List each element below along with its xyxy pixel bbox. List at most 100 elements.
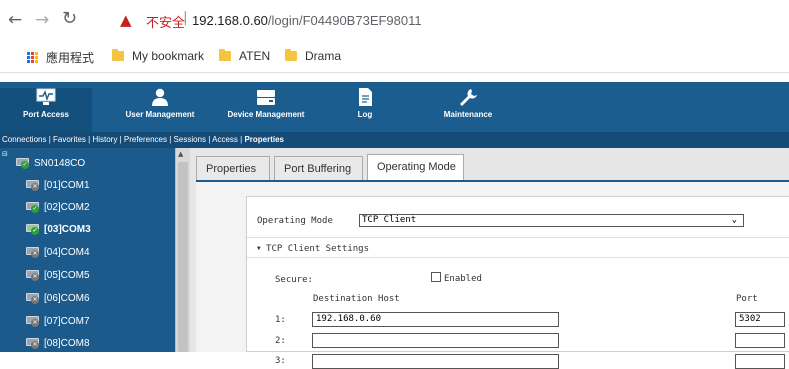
browser-address-bar: ← → ↻ ▲ 不安全 | 192.168.0.60/login/F04490B… <box>0 0 789 42</box>
subnav-access[interactable]: Access <box>212 135 238 144</box>
forward-arrow-icon[interactable]: → <box>35 10 49 30</box>
section-header[interactable]: ▼ TCP Client Settings <box>257 244 369 254</box>
folder-icon <box>285 49 297 61</box>
divider <box>247 237 789 238</box>
offline-port-icon: ✕ <box>24 337 42 349</box>
toolbar-label: Maintenance <box>443 110 493 119</box>
triangle-down-icon: ▼ <box>257 245 261 252</box>
toolbar-label: Log <box>357 110 373 119</box>
tree-root-device[interactable]: ✓ SN0148CO <box>14 157 85 169</box>
tab-properties[interactable]: Properties <box>196 156 270 180</box>
toolbar-log[interactable]: Log <box>340 88 390 119</box>
offline-port-icon: ✕ <box>24 315 42 327</box>
online-port-icon: ✓ <box>24 223 42 235</box>
folder-icon <box>112 49 124 61</box>
offline-port-icon: ✕ <box>24 269 42 281</box>
tree-port-label: [05]COM5 <box>44 269 90 281</box>
scrollbar-thumb[interactable] <box>178 162 188 352</box>
subnav-connections[interactable]: Connections <box>2 135 46 144</box>
divider <box>247 257 789 258</box>
wrench-icon <box>458 88 478 106</box>
subnav-properties[interactable]: Properties <box>244 135 284 144</box>
reload-icon[interactable]: ↻ <box>62 8 77 29</box>
scroll-up-arrow-icon[interactable]: ▲ <box>178 150 183 158</box>
tree-port-label: [07]COM7 <box>44 315 90 327</box>
bookmarks-bar: 應用程式 My bookmark ATEN Drama <box>0 42 789 73</box>
back-arrow-icon[interactable]: ← <box>8 10 22 30</box>
port-header: Port <box>736 294 758 304</box>
operating-mode-select[interactable]: TCP Client ⌄ <box>359 214 744 227</box>
chevron-down-icon: ⌄ <box>731 215 737 225</box>
toolbar-label: User Management <box>125 110 195 119</box>
sidebar-scrollbar[interactable]: ▲ <box>175 148 191 352</box>
tree-port-item[interactable]: ✕ [07]COM7 <box>24 315 90 327</box>
section-title: TCP Client Settings <box>266 244 369 254</box>
tree-root-label: SN0148CO <box>34 157 86 169</box>
toolbar-user-management[interactable]: User Management <box>110 88 210 119</box>
main-content: Properties Port Buffering Operating Mode… <box>190 148 789 369</box>
log-document-icon <box>355 88 375 106</box>
subnav-preferences[interactable]: Preferences <box>124 135 167 144</box>
bookmark-my-bookmark[interactable]: My bookmark <box>112 49 204 63</box>
insecure-label[interactable]: 不安全 <box>146 12 185 31</box>
sub-navigation: Connections | Favorites | History | Pref… <box>0 132 789 148</box>
tab-operating-mode[interactable]: Operating Mode <box>367 154 464 180</box>
warning-icon[interactable]: ▲ <box>120 11 132 29</box>
bookmark-apps[interactable]: 應用程式 <box>27 49 94 66</box>
tree-port-label: [08]COM8 <box>44 337 90 349</box>
tab-port-buffering[interactable]: Port Buffering <box>274 156 363 180</box>
folder-icon <box>219 49 231 61</box>
bookmark-label: ATEN <box>239 49 271 63</box>
tree-port-item[interactable]: ✕ [08]COM8 <box>24 337 90 349</box>
destination-host-header: Destination Host <box>313 294 400 304</box>
bookmark-aten[interactable]: ATEN <box>219 49 270 63</box>
tree-port-label: [01]COM1 <box>44 179 90 191</box>
tree-port-item[interactable]: ✕ [06]COM6 <box>24 292 90 304</box>
tree-port-item[interactable]: ✕ [04]COM4 <box>24 246 90 258</box>
enabled-label: Enabled <box>444 274 482 284</box>
bookmark-drama[interactable]: Drama <box>285 49 341 63</box>
offline-port-icon: ✕ <box>24 246 42 258</box>
url-text[interactable]: 192.168.0.60/login/F04490B73EF98011 <box>192 13 422 28</box>
toolbar-port-access[interactable]: Port Access <box>0 88 92 132</box>
secure-enabled-checkbox[interactable] <box>431 272 441 282</box>
secure-label: Secure: <box>275 275 313 285</box>
user-icon <box>150 88 170 106</box>
tree-port-label: [02]COM2 <box>44 201 90 213</box>
subnav-sessions[interactable]: Sessions <box>174 135 206 144</box>
destination-host-input[interactable] <box>312 333 559 348</box>
secure-enabled-option[interactable]: Enabled <box>431 272 482 284</box>
tree-port-label: [03]COM3 <box>44 223 91 235</box>
online-port-icon: ✓ <box>24 201 42 213</box>
port-input[interactable]: 5302 <box>735 312 785 327</box>
toolbar-label: Device Management <box>227 110 305 119</box>
toolbar-maintenance[interactable]: Maintenance <box>434 88 502 119</box>
device-port-icon: ✓ <box>14 157 32 169</box>
tab-panel: Operating Mode TCP Client ⌄ ▼ TCP Client… <box>196 182 789 369</box>
toolbar-device-management[interactable]: Device Management <box>216 88 316 119</box>
destination-host-input[interactable]: 192.168.0.60 <box>312 312 559 327</box>
tree-port-item[interactable]: ✕ [05]COM5 <box>24 269 90 281</box>
collapse-icon[interactable]: ⊟ <box>2 150 8 158</box>
offline-port-icon: ✕ <box>24 292 42 304</box>
operating-mode-label: Operating Mode <box>257 216 333 226</box>
subnav-history[interactable]: History <box>92 135 117 144</box>
bookmark-label: Drama <box>305 49 342 63</box>
row-number: 3: <box>275 356 286 366</box>
app-toolbar: Port Access User Management Device Manag… <box>0 82 789 132</box>
tree-port-item-selected[interactable]: ✓ [03]COM3 <box>24 223 91 235</box>
toolbar-label: Port Access <box>23 110 69 119</box>
bookmark-label: My bookmark <box>132 49 205 63</box>
port-input[interactable] <box>735 333 785 348</box>
port-access-icon <box>36 88 56 106</box>
row-number: 2: <box>275 336 286 346</box>
subnav-favorites[interactable]: Favorites <box>53 135 86 144</box>
tree-port-label: [06]COM6 <box>44 292 90 304</box>
destination-host-input[interactable] <box>312 354 559 369</box>
offline-port-icon: ✕ <box>24 179 42 191</box>
tree-port-item[interactable]: ✓ [02]COM2 <box>24 201 90 213</box>
tree-port-item[interactable]: ✕ [01]COM1 <box>24 179 90 191</box>
url-host: 192.168.0.60 <box>192 13 268 28</box>
port-input[interactable] <box>735 354 785 369</box>
apps-grid-icon <box>27 52 38 63</box>
